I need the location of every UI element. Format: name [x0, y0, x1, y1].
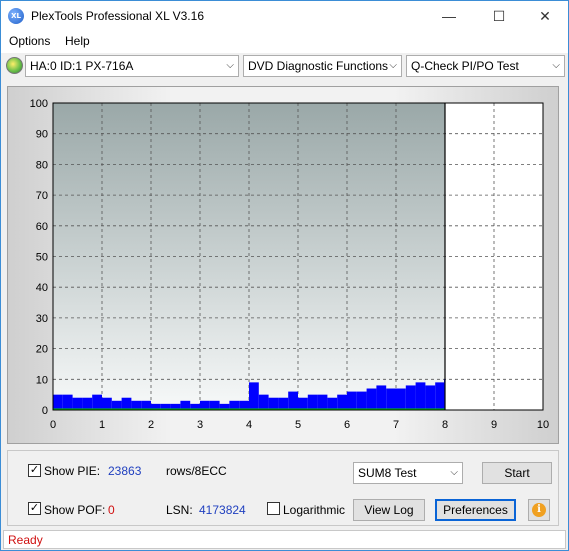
x-tick-label: 0 — [50, 419, 56, 431]
info-icon: i — [532, 503, 546, 517]
data-bar — [258, 394, 269, 410]
y-tick-label: 90 — [36, 129, 48, 141]
function-select-value: DVD Diagnostic Functions — [248, 59, 389, 73]
test-select-value: Q-Check PI/PO Test — [411, 59, 519, 73]
function-select[interactable]: DVD Diagnostic Functions ⌵ — [243, 55, 402, 77]
x-tick-label: 7 — [393, 419, 399, 431]
status-bar: Ready — [3, 530, 566, 549]
y-tick-label: 40 — [36, 282, 48, 294]
data-bar — [405, 385, 416, 410]
maximize-button[interactable]: ☐ — [476, 1, 522, 31]
data-bar — [376, 385, 387, 410]
checkmark-icon: ✓ — [29, 464, 40, 476]
y-tick-label: 20 — [36, 344, 48, 356]
y-tick-label: 0 — [42, 405, 48, 417]
show-pie-label: Show PIE: — [44, 464, 101, 478]
x-tick-label: 8 — [442, 419, 448, 431]
drive-status-icon — [6, 57, 23, 74]
close-button[interactable]: ✕ — [522, 1, 568, 31]
y-tick-label: 100 — [30, 98, 48, 110]
y-tick-label: 80 — [36, 159, 48, 171]
view-log-button[interactable]: View Log — [353, 499, 425, 521]
test-select[interactable]: Q-Check PI/PO Test ⌵ — [406, 55, 565, 77]
window-title: PlexTools Professional XL V3.16 — [31, 9, 204, 23]
x-tick-label: 6 — [344, 419, 350, 431]
data-bar — [298, 397, 308, 410]
y-tick-label: 30 — [36, 313, 48, 325]
chart-panel: 0 1 2 3 4 5 6 7 8 9 10 0 10 20 30 40 50 60 70 80 90 100 — [7, 86, 559, 444]
chevron-down-icon: ⌵ — [226, 60, 234, 71]
chevron-down-icon: ⌵ — [450, 467, 458, 478]
pi-po-chart: 0 1 2 3 4 5 6 7 8 9 100102030405060708090100 — [30, 98, 549, 431]
checkmark-icon: ✓ — [29, 502, 40, 514]
data-bar — [62, 394, 73, 410]
start-button[interactable]: Start — [482, 462, 552, 484]
x-tick-label: 9 — [491, 419, 497, 431]
data-bar — [356, 391, 367, 410]
title-bar: XL PlexTools Professional XL V3.16 — ☐ ✕ — [1, 1, 568, 31]
x-tick-label: 5 — [295, 419, 301, 431]
lsn-label: LSN: — [166, 503, 193, 517]
data-bar — [386, 388, 396, 410]
x-tick-label: 10 — [537, 419, 549, 431]
data-bar — [307, 394, 318, 410]
data-bar — [72, 397, 83, 410]
minimize-button[interactable]: — — [426, 1, 472, 31]
drive-select[interactable]: HA:0 ID:1 PX-716A ⌵ — [25, 55, 239, 77]
data-bar — [121, 397, 132, 410]
data-bar — [415, 382, 426, 410]
y-tick-label: 60 — [36, 221, 48, 233]
x-tick-label: 2 — [148, 419, 154, 431]
data-bar — [92, 394, 102, 410]
y-tick-label: 50 — [36, 252, 48, 264]
data-bar — [268, 397, 279, 410]
data-bar — [425, 385, 436, 410]
data-bar — [337, 394, 347, 410]
show-pof-label: Show POF: — [44, 503, 106, 517]
data-bar — [396, 388, 406, 410]
sum-test-select-value: SUM8 Test — [358, 466, 417, 480]
info-button[interactable]: i — [528, 499, 550, 521]
x-tick-label: 3 — [197, 419, 203, 431]
x-tick-label: 4 — [246, 419, 252, 431]
data-bar — [317, 394, 328, 410]
menu-bar: Options Help — [1, 31, 568, 53]
data-bar — [53, 394, 63, 410]
pof-value: 0 — [108, 503, 115, 517]
status-text: Ready — [8, 533, 43, 547]
show-pof-checkbox[interactable]: ✓ — [28, 502, 41, 515]
data-bar — [288, 391, 298, 410]
data-bar — [347, 391, 357, 410]
menu-options[interactable]: Options — [9, 34, 50, 48]
pie-unit: rows/8ECC — [166, 464, 227, 478]
x-tick-label: 1 — [99, 419, 105, 431]
show-pie-checkbox[interactable]: ✓ — [28, 464, 41, 477]
data-bar — [435, 382, 445, 410]
control-panel: ✓ Show PIE: 23863 rows/8ECC SUM8 Test ⌵ … — [7, 450, 559, 526]
toolbar: HA:0 ID:1 PX-716A ⌵ DVD Diagnostic Funct… — [1, 53, 568, 79]
data-bar — [82, 397, 93, 410]
data-bar — [278, 397, 289, 410]
data-bar — [102, 397, 112, 410]
logarithmic-label: Logarithmic — [283, 503, 346, 517]
pie-value: 23863 — [108, 464, 142, 478]
lsn-value: 4173824 — [199, 503, 246, 517]
data-bar — [327, 397, 338, 410]
app-window: XL PlexTools Professional XL V3.16 — ☐ ✕… — [0, 0, 569, 551]
chevron-down-icon: ⌵ — [389, 60, 397, 71]
app-logo-icon: XL — [8, 8, 24, 24]
data-bar — [366, 388, 377, 410]
chevron-down-icon: ⌵ — [552, 60, 560, 71]
data-bar — [249, 382, 259, 410]
preferences-button[interactable]: Preferences — [435, 499, 516, 521]
logarithmic-checkbox[interactable] — [267, 502, 280, 515]
drive-select-value: HA:0 ID:1 PX-716A — [30, 59, 134, 73]
menu-help[interactable]: Help — [65, 34, 90, 48]
sum-test-select[interactable]: SUM8 Test ⌵ — [353, 462, 463, 484]
y-tick-label: 10 — [36, 374, 48, 386]
y-tick-label: 70 — [36, 190, 48, 202]
